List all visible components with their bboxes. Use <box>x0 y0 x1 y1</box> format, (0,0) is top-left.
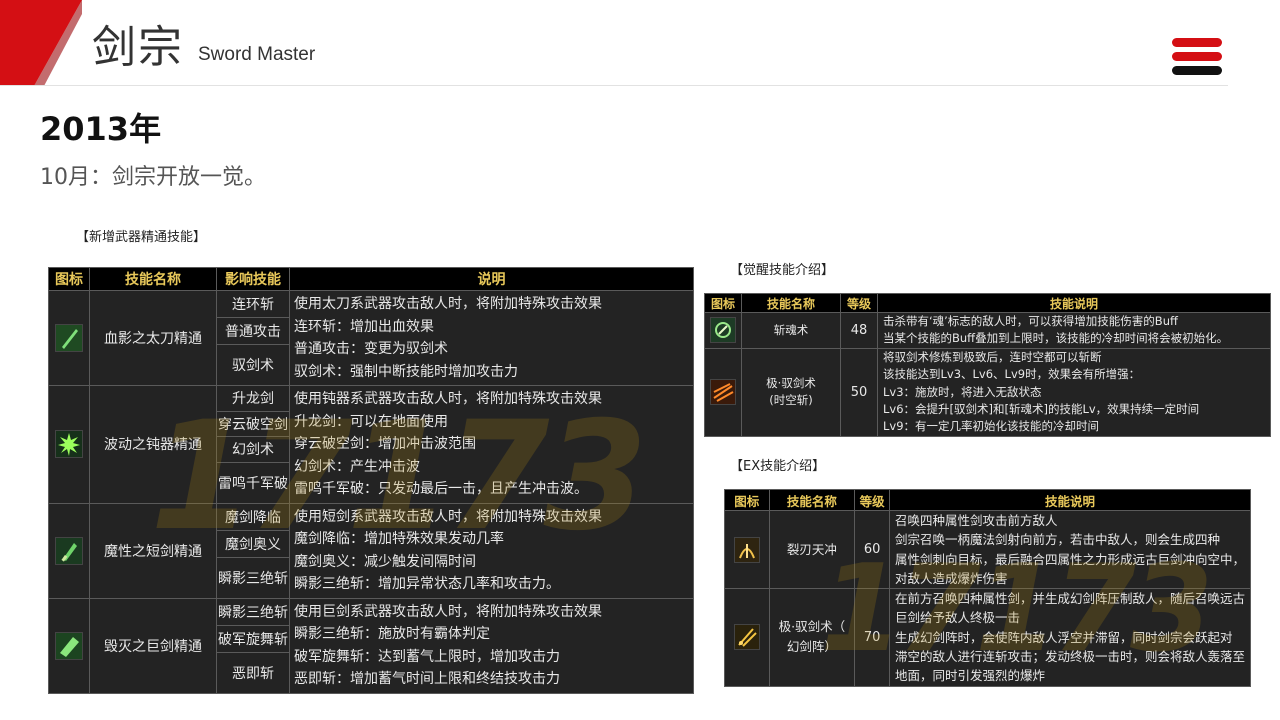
sword-control-skill-icon <box>704 347 742 437</box>
skill-description: 使用巨剑系武器攻击敌人时，将附加特殊攻击效果 瞬影三绝斩：施放时有霸体判定 破军旋舞… <box>289 597 694 694</box>
blade-split-skill-icon <box>724 509 770 590</box>
phantom-sword-array-skill-icon <box>724 588 770 687</box>
weapon-mastery-caption: 【新增武器精通技能】 <box>76 230 207 245</box>
short-sword-skill-icon <box>48 502 90 599</box>
ex-skill-caption: 【EX技能介绍】 <box>730 459 826 474</box>
affected-skill: 升龙剑 <box>216 385 290 412</box>
page-subtitle-english: Sword Master <box>198 44 316 65</box>
corner-accent-decoration <box>0 0 82 86</box>
table-row: 极·驭剑术（ 幻剑阵） 70 在前方召唤四种属性剑，并生成幻剑阵压制敌人，随后召… <box>724 588 1252 687</box>
affected-skill: 幻剑术 <box>216 436 290 463</box>
skill-description: 使用短剑系武器攻击敌人时，将附加特殊攻击效果 魔剑降临：增加特殊效果发动几率 魔剑奥… <box>289 502 694 599</box>
skill-name: 魔性之短剑精通 <box>89 502 217 599</box>
skill-level: 70 <box>854 588 890 687</box>
table-row: 波动之钝器精通 升龙剑 使用钝器系武器攻击敌人时，将附加特殊攻击效果 升龙剑：可以… <box>48 385 694 504</box>
column-header: 技能说明 <box>888 489 1252 511</box>
column-header: 图标 <box>704 293 742 313</box>
skill-name: 斩魂术 <box>741 312 841 349</box>
soul-slash-skill-icon <box>704 312 742 349</box>
page-title: 剑宗 <box>92 22 184 73</box>
year-heading: 2013年 <box>40 110 162 148</box>
header-divider <box>0 85 1228 86</box>
column-header: 技能名称 <box>768 489 856 511</box>
awakening-skill-table: 图标 技能名称 等级 技能说明 斩魂术 48 击杀带有‘魂’标志的敌人时，可以获… <box>704 293 1271 437</box>
table-row: 血影之太刀精通 连环斩 使用太刀系武器攻击敌人时，将附加特殊攻击效果 连环斩：增加… <box>48 290 694 386</box>
skill-level: 48 <box>840 312 878 349</box>
skill-description: 使用太刀系武器攻击敌人时，将附加特殊攻击效果 连环斩：增加出血效果 普通攻击：变更为… <box>289 290 694 386</box>
column-header: 技能名称 <box>89 267 217 291</box>
affected-skill: 魔剑奥义 <box>216 529 290 558</box>
skill-name: 极·驭剑术（ 幻剑阵） <box>768 588 856 687</box>
skill-description: 击杀带有‘魂’标志的敌人时，可以获得增加技能伤害的Buff 当某个技能的Buff叠… <box>877 312 1271 349</box>
table-row: 毁灭之巨剑精通 瞬影三绝斩 使用巨剑系武器攻击敌人时，将附加特殊攻击效果 瞬影三绝… <box>48 597 694 694</box>
hamburger-menu-icon[interactable] <box>1172 38 1224 76</box>
affected-skill: 魔剑降临 <box>216 502 290 531</box>
skill-description: 召唤四种属性剑攻击前方敌人 剑宗召唤一柄魔法剑射向前方，若击中敌人，则会生成四种属… <box>888 509 1252 590</box>
skill-description: 在前方召唤四种属性剑，并生成幻剑阵压制敌人，随后召唤远古 巨剑给予敌人终极一击 生成… <box>888 588 1252 687</box>
skill-level: 60 <box>854 509 890 590</box>
column-header: 技能名称 <box>741 293 841 313</box>
table-row: 裂刃天冲 60 召唤四种属性剑攻击前方敌人 剑宗召唤一柄魔法剑射向前方，若击中敌人… <box>724 509 1252 590</box>
affected-skill: 瞬影三绝斩 <box>216 556 290 599</box>
column-header: 技能说明 <box>877 293 1271 313</box>
skill-name: 极·驭剑术 (时空斩) <box>741 347 841 437</box>
affected-skill: 雷鸣千军破 <box>216 461 290 504</box>
event-description: 10月：剑宗开放一觉。 <box>40 165 266 190</box>
skill-description: 将驭剑术修炼到极致后，连时空都可以斩断 该技能达到Lv3、Lv6、Lv9时，效果会… <box>877 347 1271 437</box>
ex-skill-table: 图标 技能名称 等级 技能说明 裂刃天冲 60 召唤四种属性剑攻击前方敌人 剑宗召… <box>724 489 1252 687</box>
column-header: 说明 <box>289 267 694 291</box>
affected-skill: 连环斩 <box>216 290 290 318</box>
column-header: 等级 <box>854 489 890 511</box>
table-row: 斩魂术 48 击杀带有‘魂’标志的敌人时，可以获得增加技能伤害的Buff 当某个技… <box>704 312 1271 349</box>
affected-skill: 普通攻击 <box>216 317 290 345</box>
column-header: 图标 <box>48 267 90 291</box>
column-header: 图标 <box>724 489 770 511</box>
skill-description: 使用钝器系武器攻击敌人时，将附加特殊攻击效果 升龙剑：可以在地面使用 穿云破空剑：增… <box>289 385 694 504</box>
table-row: 极·驭剑术 (时空斩) 50 将驭剑术修炼到极致后，连时空都可以斩断 该技能达到L… <box>704 347 1271 437</box>
katana-skill-icon <box>48 290 90 386</box>
table-row: 魔性之短剑精通 魔剑降临 使用短剑系武器攻击敌人时，将附加特殊攻击效果 魔剑降临：… <box>48 502 694 599</box>
affected-skill: 破军旋舞斩 <box>216 624 290 653</box>
skill-name: 血影之太刀精通 <box>89 290 217 386</box>
blunt-weapon-skill-icon <box>48 385 90 504</box>
greatsword-skill-icon <box>48 597 90 694</box>
table-header-row: 图标 技能名称 等级 技能说明 <box>704 293 1271 313</box>
skill-level: 50 <box>840 347 878 437</box>
affected-skill: 驭剑术 <box>216 344 290 386</box>
affected-skill: 穿云破空剑 <box>216 410 290 437</box>
affected-skill: 恶即斩 <box>216 651 290 694</box>
column-header: 影响技能 <box>216 267 290 291</box>
skill-name: 波动之钝器精通 <box>89 385 217 504</box>
column-header: 等级 <box>840 293 878 313</box>
skill-name: 裂刃天冲 <box>768 509 856 590</box>
affected-skill: 瞬影三绝斩 <box>216 597 290 626</box>
weapon-mastery-table: 图标 技能名称 影响技能 说明 血影之太刀精通 连环斩 使用太刀系武器攻击敌人时… <box>48 267 694 694</box>
table-header-row: 图标 技能名称 等级 技能说明 <box>724 489 1252 511</box>
awakening-caption: 【觉醒技能介绍】 <box>730 263 835 278</box>
skill-name: 毁灭之巨剑精通 <box>89 597 217 694</box>
table-header-row: 图标 技能名称 影响技能 说明 <box>48 267 694 291</box>
